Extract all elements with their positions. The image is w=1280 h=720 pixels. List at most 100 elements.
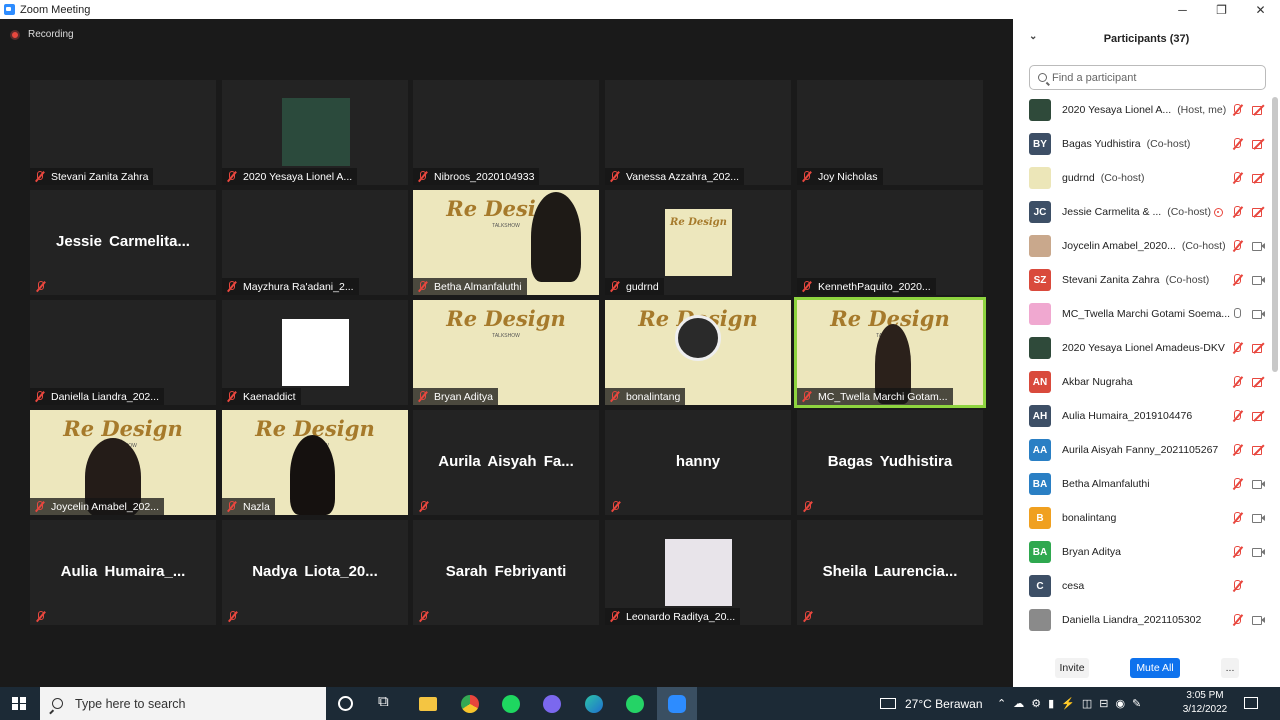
mic-muted-icon[interactable] — [1231, 172, 1243, 184]
camera-off-icon[interactable] — [1251, 172, 1265, 184]
panel-header: ⌄ Participants (37) — [1013, 19, 1280, 59]
mic-muted-icon[interactable] — [1231, 342, 1243, 354]
participant-row[interactable]: SZ Stevani Zanita Zahra (Co-host) — [1013, 263, 1271, 297]
camera-off-icon[interactable] — [1251, 342, 1265, 354]
video-tile[interactable]: Bagas Yudhistira — [797, 410, 983, 515]
video-tile[interactable]: Aurila Aisyah Fa... — [413, 410, 599, 515]
video-tile[interactable]: Re Design gudrnd — [605, 190, 791, 295]
video-tile[interactable]: Re Design TALKSHOW Betha Almanfaluthi — [413, 190, 599, 295]
participant-row[interactable]: Bbonalintang — [1013, 501, 1271, 535]
mic-muted-icon[interactable] — [1231, 206, 1243, 218]
video-tile[interactable]: Mayzhura Ra'adani_2... — [222, 190, 408, 295]
camera-icon[interactable] — [1251, 308, 1265, 320]
clock[interactable]: 3:05 PM 3/12/2022 — [1180, 689, 1230, 717]
camera-off-icon[interactable] — [1251, 104, 1265, 116]
participant-row[interactable]: JC Jessie Carmelita & ... (Co-host) — [1013, 195, 1271, 229]
participant-list-scrollbar[interactable] — [1272, 97, 1278, 372]
camera-icon[interactable] — [1251, 512, 1265, 524]
maximize-button[interactable]: ❐ — [1202, 0, 1241, 19]
participant-row[interactable]: Joycelin Amabel_2020... (Co-host) — [1013, 229, 1271, 263]
participant-row[interactable]: AH Aulia Humaira_2019104476 — [1013, 399, 1271, 433]
more-options-button[interactable]: ... — [1221, 658, 1239, 678]
camera-icon[interactable] — [1251, 274, 1265, 286]
participant-row[interactable]: BY Bagas Yudhistira (Co-host) — [1013, 127, 1271, 161]
participant-search[interactable] — [1029, 65, 1266, 90]
video-tile[interactable]: Re DesignTALKSHOWNazla — [222, 410, 408, 515]
invite-button[interactable]: Invite — [1055, 658, 1089, 678]
mic-muted-icon[interactable] — [1231, 410, 1243, 422]
participant-row[interactable]: 2020 Yesaya Lionel Amadeus-DKV — [1013, 331, 1271, 365]
zoom-taskbar-item[interactable] — [657, 687, 697, 720]
video-tile[interactable]: Vanessa Azzahra_202... — [605, 80, 791, 185]
discord-icon[interactable] — [543, 695, 561, 713]
video-tile[interactable]: Kaenaddict — [222, 300, 408, 405]
mic-muted-icon[interactable] — [1231, 274, 1243, 286]
mic-muted-icon[interactable] — [1231, 444, 1243, 456]
camera-off-icon[interactable] — [1251, 138, 1265, 150]
edge-icon[interactable] — [585, 695, 603, 713]
video-tile[interactable]: Daniella Liandra_202... — [30, 300, 216, 405]
notification-icon[interactable] — [1244, 697, 1258, 709]
camera-icon[interactable] — [1251, 240, 1265, 252]
video-tile[interactable]: Leonardo Raditya_20... — [605, 520, 791, 625]
participant-row[interactable]: AA Aurila Aisyah Fanny_2021105267 — [1013, 433, 1271, 467]
video-tile[interactable]: Re Design TALKSHOW Bryan Aditya — [413, 300, 599, 405]
search-input[interactable] — [1052, 71, 1252, 84]
video-tile[interactable]: Re DesignTALKSHOWbonalintang — [605, 300, 791, 405]
video-tile[interactable]: Nibroos_2020104933 — [413, 80, 599, 185]
chrome-icon[interactable] — [461, 695, 479, 713]
mic-muted-icon[interactable] — [1231, 376, 1243, 388]
mic-muted-icon[interactable] — [1231, 614, 1243, 626]
collapse-chevron-icon[interactable]: ⌄ — [1029, 31, 1037, 42]
video-tile[interactable]: Re DesignTALKSHOWJoycelin Amabel_202... — [30, 410, 216, 515]
video-tile[interactable]: Nadya Liota_20... — [222, 520, 408, 625]
taskbar-search[interactable]: Type here to search — [40, 687, 326, 720]
participant-row[interactable]: 2020 Yesaya Lionel A... (Host, me) — [1013, 93, 1271, 127]
cortana-icon[interactable] — [338, 696, 353, 711]
video-tile[interactable]: Joy Nicholas — [797, 80, 983, 185]
weather-widget[interactable]: 27°C Berawan — [880, 687, 983, 720]
mic-muted-icon[interactable] — [1231, 512, 1243, 524]
recording-indicator[interactable]: Recording — [10, 29, 74, 40]
mic-muted-icon[interactable] — [1231, 580, 1243, 592]
camera-icon[interactable] — [1251, 546, 1265, 558]
camera-off-icon[interactable] — [1251, 444, 1265, 456]
participant-row[interactable]: Daniella Liandra_2021105302 — [1013, 603, 1271, 637]
participant-row[interactable]: BA Betha Almanfaluthi — [1013, 467, 1271, 501]
mic-muted-icon[interactable] — [1231, 138, 1243, 150]
video-tile[interactable]: Jessie Carmelita... — [30, 190, 216, 295]
participant-row[interactable]: MC_Twella Marchi Gotami Soema... — [1013, 297, 1271, 331]
video-tile[interactable]: KennethPaquito_2020... — [797, 190, 983, 295]
mic-muted-icon[interactable] — [1231, 104, 1243, 116]
mute-all-button[interactable]: Mute All — [1130, 658, 1180, 678]
video-tile[interactable]: 2020 Yesaya Lionel A... — [222, 80, 408, 185]
camera-off-icon[interactable] — [1251, 376, 1265, 388]
video-tile[interactable]: Sheila Laurencia... — [797, 520, 983, 625]
mic-muted-icon[interactable] — [1231, 546, 1243, 558]
camera-icon[interactable] — [1251, 478, 1265, 490]
participant-row[interactable]: Ccesa — [1013, 569, 1271, 603]
video-tile[interactable]: Re DesignTALKSHOWMC_Twella Marchi Gotam.… — [794, 297, 986, 408]
camera-icon[interactable] — [1251, 614, 1265, 626]
system-tray-icons[interactable]: ⌃☁⚙▮⚡◫⊟◉✎ — [997, 687, 1148, 720]
participant-row[interactable]: BA Bryan Aditya — [1013, 535, 1271, 569]
whatsapp-icon[interactable] — [626, 695, 644, 713]
camera-off-icon[interactable] — [1251, 410, 1265, 422]
participant-role: (Host, me) — [1177, 104, 1227, 116]
task-view-icon[interactable]: ⧉ — [378, 693, 396, 711]
close-button[interactable]: ✕ — [1241, 0, 1280, 19]
minimize-button[interactable]: ─ — [1163, 0, 1202, 19]
spotify-icon[interactable] — [502, 695, 520, 713]
participant-row[interactable]: gudrnd (Co-host) — [1013, 161, 1271, 195]
mic-muted-icon[interactable] — [1231, 240, 1243, 252]
camera-off-icon[interactable] — [1251, 206, 1265, 218]
video-tile[interactable]: hanny — [605, 410, 791, 515]
participant-row[interactable]: AN Akbar Nugraha — [1013, 365, 1271, 399]
video-tile[interactable]: Aulia Humaira_... — [30, 520, 216, 625]
mic-icon[interactable] — [1231, 308, 1243, 320]
video-tile[interactable]: Stevani Zanita Zahra — [30, 80, 216, 185]
start-button[interactable] — [0, 687, 38, 720]
file-explorer-icon[interactable] — [419, 697, 437, 711]
video-tile[interactable]: Sarah Febriyanti — [413, 520, 599, 625]
mic-muted-icon[interactable] — [1231, 478, 1243, 490]
